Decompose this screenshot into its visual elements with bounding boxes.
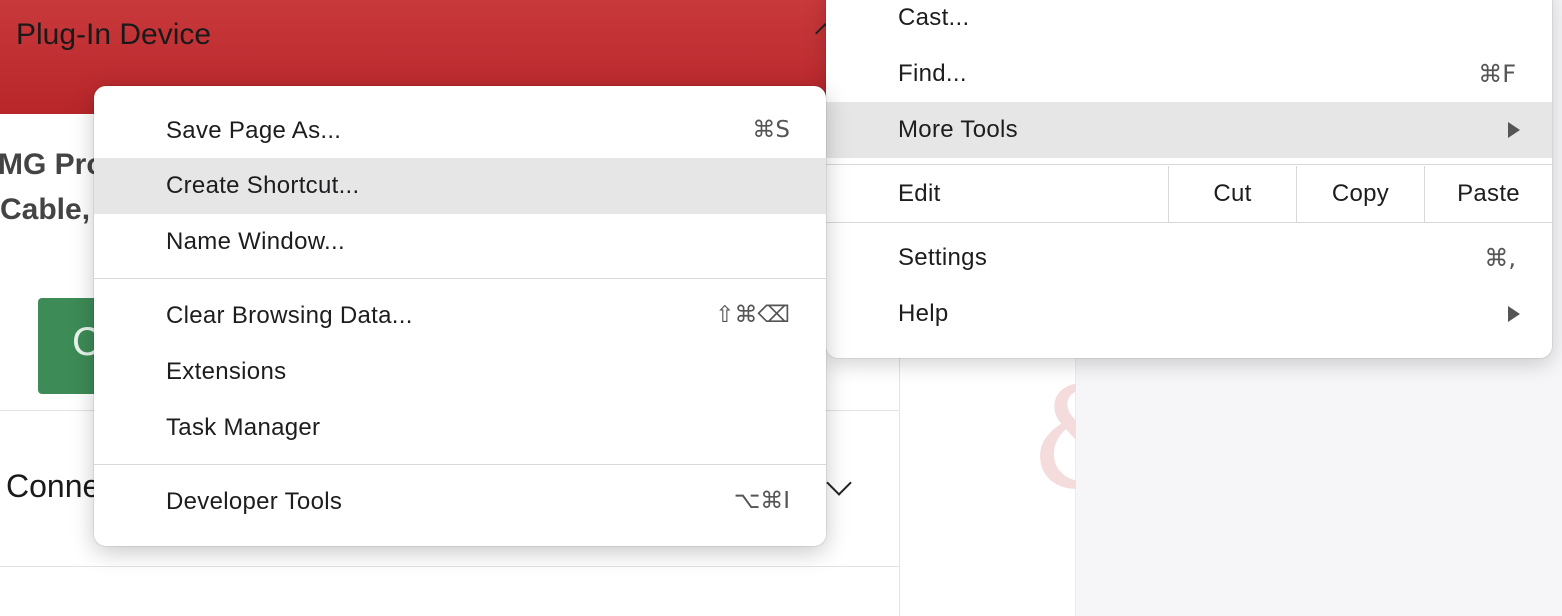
menu-separator <box>826 164 1552 165</box>
product-title-line1: MG Pro <box>0 148 105 181</box>
browser-main-menu: Cast... Find... ⌘F More Tools Edit Cut C… <box>826 0 1552 358</box>
menu-item-cast[interactable]: Cast... <box>826 0 1552 46</box>
submenu-arrow-icon <box>1508 306 1520 322</box>
menu-item-save-page-as[interactable]: Save Page As... ⌘S <box>94 103 826 159</box>
menu-item-shortcut: ⇧⌘⌫ <box>715 302 790 328</box>
menu-item-create-shortcut[interactable]: Create Shortcut... <box>94 158 826 214</box>
menu-separator <box>94 464 826 465</box>
menu-item-help[interactable]: Help <box>826 286 1552 342</box>
menu-item-label: Clear Browsing Data... <box>166 302 413 329</box>
device-header-title: Plug-In Device <box>16 18 212 51</box>
edit-label: Edit <box>898 180 941 207</box>
menu-item-task-manager[interactable]: Task Manager <box>94 400 826 456</box>
menu-item-more-tools[interactable]: More Tools <box>826 102 1552 158</box>
menu-item-clear-browsing-data[interactable]: Clear Browsing Data... ⇧⌘⌫ <box>94 288 826 344</box>
menu-item-shortcut: ⌘, <box>1484 244 1516 272</box>
menu-item-label: More Tools <box>898 116 1018 143</box>
menu-item-label: Help <box>898 300 949 327</box>
divider <box>0 566 900 567</box>
menu-item-shortcut: ⌘F <box>1478 60 1516 88</box>
cut-button[interactable]: Cut <box>1168 166 1296 222</box>
menu-item-label: Find... <box>898 60 967 87</box>
menu-item-label: Create Shortcut... <box>166 172 360 199</box>
menu-item-find[interactable]: Find... ⌘F <box>826 46 1552 102</box>
menu-separator <box>94 278 826 279</box>
connection-section-label[interactable]: Conne <box>6 468 100 505</box>
more-tools-submenu: Save Page As... ⌘S Create Shortcut... Na… <box>94 86 826 546</box>
menu-item-label: Developer Tools <box>166 488 343 515</box>
menu-item-name-window[interactable]: Name Window... <box>94 214 826 270</box>
menu-item-label: Extensions <box>166 358 287 385</box>
menu-item-shortcut: ⌥⌘I <box>733 488 790 514</box>
menu-item-label: Name Window... <box>166 228 345 255</box>
menu-item-label: Save Page As... <box>166 117 342 144</box>
menu-item-developer-tools[interactable]: Developer Tools ⌥⌘I <box>94 474 826 530</box>
chevron-down-icon[interactable] <box>826 470 852 496</box>
menu-item-label: Settings <box>898 244 988 271</box>
menu-item-shortcut: ⌘S <box>752 117 790 143</box>
menu-item-label: Cast... <box>898 4 970 31</box>
menu-separator <box>826 222 1552 223</box>
copy-button[interactable]: Copy <box>1296 166 1424 222</box>
menu-item-label: Task Manager <box>166 414 321 441</box>
product-title-line2: Cable, <box>0 193 91 226</box>
edit-row: Edit Cut Copy Paste <box>826 166 1552 222</box>
submenu-arrow-icon <box>1508 122 1520 138</box>
paste-button[interactable]: Paste <box>1424 166 1552 222</box>
menu-item-settings[interactable]: Settings ⌘, <box>826 230 1552 286</box>
menu-item-extensions[interactable]: Extensions <box>94 344 826 400</box>
